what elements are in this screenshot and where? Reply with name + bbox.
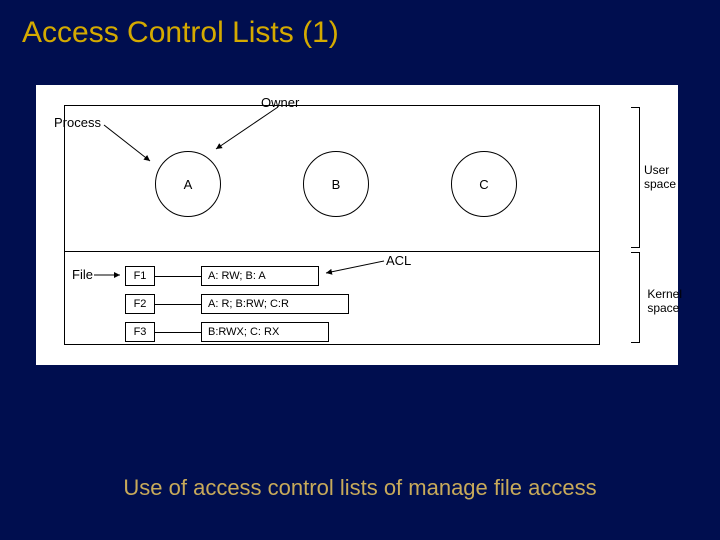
connector: [155, 304, 201, 305]
acl-f2: A: R; B:RW; C:R: [201, 294, 349, 314]
label-user-space: User space: [644, 163, 676, 191]
slide-caption: Use of access control lists of manage fi…: [0, 475, 720, 501]
arrow-file: [94, 271, 128, 281]
file-f2: F2: [125, 294, 155, 314]
file-f3: F3: [125, 322, 155, 342]
process-b: B: [303, 151, 369, 217]
acl-f1: A: RW; B: A: [201, 266, 319, 286]
diagram: A B C F1 A: RW; B: A F2 A: R; B:RW; C:R …: [36, 85, 678, 365]
process-c: C: [451, 151, 517, 217]
arrow-acl: [322, 261, 392, 281]
bracket-user-space: [630, 107, 640, 248]
bracket-kernel-space: [630, 252, 640, 343]
process-a: A: [155, 151, 221, 217]
space-divider: [65, 251, 599, 252]
arrow-owner: [210, 107, 290, 157]
acl-f3: B:RWX; C: RX: [201, 322, 329, 342]
connector: [155, 276, 201, 277]
label-kernel-space: Kernel space: [647, 287, 682, 315]
connector: [155, 332, 201, 333]
slide-title: Access Control Lists (1): [0, 0, 720, 50]
file-f1: F1: [125, 266, 155, 286]
arrow-process: [104, 121, 164, 171]
label-process: Process: [54, 115, 101, 130]
label-file: File: [72, 267, 93, 282]
